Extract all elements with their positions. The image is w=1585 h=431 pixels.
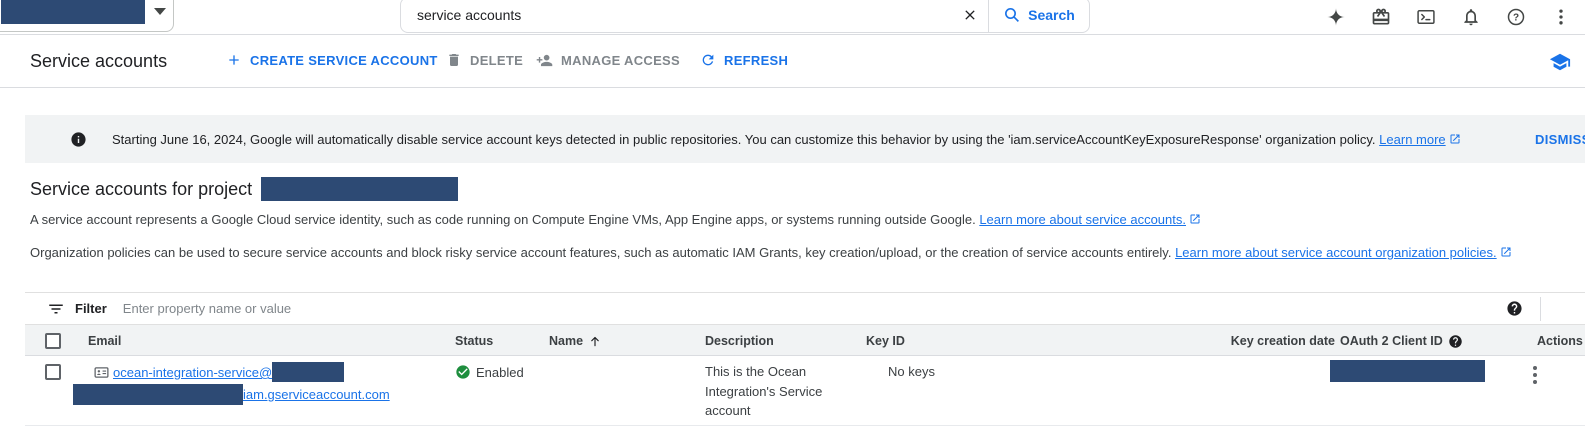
external-link-icon [1500,246,1512,258]
column-header-email[interactable]: Email [88,325,121,357]
create-service-account-button[interactable]: CREATE SERVICE ACCOUNT [226,52,438,68]
project-id-redacted [261,177,458,201]
plus-icon [226,52,242,68]
oauth-help-icon[interactable] [1448,334,1463,349]
banner-learn-more-link[interactable]: Learn more [1379,132,1445,147]
key-id-cell: No keys [888,364,935,379]
manage-access-label: MANAGE ACCESS [561,53,680,68]
column-header-actions: Actions [1537,325,1583,357]
external-link-icon [1449,133,1461,145]
manage-access-button[interactable]: MANAGE ACCESS [536,52,680,69]
column-header-name[interactable]: Name [549,325,602,357]
status-cell: Enabled [455,364,524,380]
row-actions-menu-button[interactable] [1523,363,1547,387]
filter-separator [1540,297,1541,321]
service-accounts-table: Filter Email Status Name Description Key… [25,292,1585,426]
more-vert-icon [1533,366,1537,370]
filter-input[interactable] [121,300,1585,317]
intro-paragraph: A service account represents a Google Cl… [30,212,1201,227]
info-icon [70,131,87,148]
trash-icon [446,52,462,68]
gemini-sparkle-icon[interactable] [1326,7,1346,27]
filter-icon [47,300,65,318]
search-button[interactable]: Search [989,0,1089,32]
topbar-icons: ? [1326,0,1571,34]
org-policy-paragraph: Organization policies can be used to sec… [30,245,1512,260]
cloud-shell-icon[interactable] [1416,7,1436,27]
refresh-button[interactable]: REFRESH [700,52,788,68]
person-add-icon [536,52,553,69]
check-circle-icon [455,364,471,380]
svg-text:?: ? [1513,13,1519,24]
learn-more-service-accounts-link[interactable]: Learn more about service accounts. [979,212,1186,227]
learn-more-org-policies-link[interactable]: Learn more about service account organiz… [1175,245,1497,260]
banner-message: Starting June 16, 2024, Google will auto… [112,132,1461,147]
intro-text: A service account represents a Google Cl… [30,212,976,227]
service-account-icon [93,364,110,381]
help-icon[interactable]: ? [1506,7,1526,27]
refresh-icon [700,52,716,68]
filter-label: Filter [75,301,107,316]
sort-ascending-icon [588,334,602,348]
more-vert-icon[interactable] [1551,7,1571,27]
search-input[interactable] [401,0,952,32]
column-header-key-creation-date[interactable]: Key creation date [1231,325,1335,357]
clear-search-button[interactable] [952,0,988,32]
project-name-redacted [1,0,145,24]
info-banner: Starting June 16, 2024, Google will auto… [25,115,1585,163]
description-cell: This is the Ocean Integration's Service … [705,362,840,421]
global-search: Search [400,0,1090,33]
service-account-email-link-2[interactable]: iam.gserviceaccount.com [73,387,390,402]
filter-bar: Filter [25,292,1585,324]
email-line-1: ocean-integration-service@ [113,362,344,382]
create-service-account-label: CREATE SERVICE ACCOUNT [250,53,438,68]
row-checkbox[interactable] [45,364,61,380]
learn-panel-button[interactable] [1549,51,1571,73]
oauth-client-id-redacted [1330,360,1485,382]
close-icon [962,7,978,23]
column-header-key-id[interactable]: Key ID [866,325,905,357]
delete-button[interactable]: DELETE [446,52,523,68]
column-header-status[interactable]: Status [455,325,493,357]
top-bar: Search ? [0,0,1585,35]
email-redacted-part-2 [73,384,243,405]
dismiss-button[interactable]: DISMISS [1535,132,1585,147]
action-bar: Service accounts CREATE SERVICE ACCOUNT … [0,35,1585,88]
email-redacted-part [272,362,344,382]
section-heading-text: Service accounts for project [30,179,252,200]
status-label: Enabled [476,365,524,380]
service-account-email-link[interactable]: ocean-integration-service@ [113,365,344,380]
gift-icon[interactable] [1371,7,1391,27]
banner-message-text: Starting June 16, 2024, Google will auto… [112,132,1376,147]
table-header: Email Status Name Description Key ID Key… [25,324,1585,356]
search-icon [1003,6,1021,24]
search-button-label: Search [1028,7,1075,23]
section-heading: Service accounts for project [30,177,458,201]
notifications-bell-icon[interactable] [1461,7,1481,27]
column-header-description[interactable]: Description [705,325,774,357]
table-row: ocean-integration-service@ iam.gservicea… [25,356,1585,426]
filter-help-icon[interactable] [1506,300,1523,317]
column-header-oauth-client-id[interactable]: OAuth 2 Client ID [1340,325,1463,357]
delete-label: DELETE [470,53,523,68]
page-title: Service accounts [30,51,167,72]
refresh-label: REFRESH [724,53,788,68]
email-line-2: iam.gserviceaccount.com [73,384,390,405]
external-link-icon [1189,213,1201,225]
project-selector[interactable] [0,0,174,32]
select-all-checkbox[interactable] [45,333,61,349]
chevron-down-icon [154,8,166,15]
graduation-cap-icon [1549,51,1571,73]
org-policy-text: Organization policies can be used to sec… [30,245,1171,260]
